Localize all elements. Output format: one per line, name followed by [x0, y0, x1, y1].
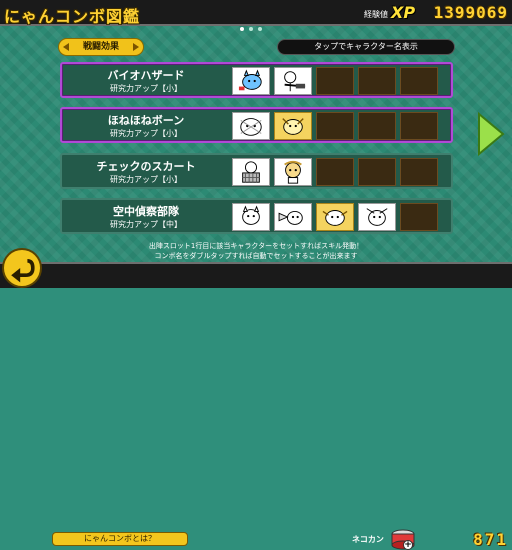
combo-name: 空中偵察部隊 — [113, 205, 179, 218]
cat-unit-icon — [366, 208, 388, 226]
combo-effect: 研究力アップ【小】 — [110, 129, 182, 138]
combo-name: チェックのスカート — [96, 160, 196, 173]
cat-unit-icon — [278, 210, 303, 225]
page-title: にゃんコンボ図鑑 — [4, 7, 141, 26]
cat-unit-icon — [240, 118, 262, 136]
empty-slot[interactable] — [358, 158, 396, 186]
cat-unit-icon — [242, 205, 260, 225]
empty-slot[interactable] — [358, 112, 396, 140]
arrow-left-icon — [63, 43, 69, 51]
unit-slot-cat-d[interactable] — [232, 158, 270, 186]
xp-tag: XP — [391, 3, 416, 22]
page-indicator — [240, 27, 262, 31]
unit-slot-cat-gold[interactable] — [274, 112, 312, 140]
empty-slot[interactable] — [316, 112, 354, 140]
instruction-line-2: コンボ名をダブルタップすれば自動でセットすることが出来ます — [154, 252, 358, 260]
combo-effect: 研究力アップ【小】 — [110, 84, 182, 93]
cat-unit-icon — [242, 161, 260, 183]
unit-slot-cat-h[interactable] — [358, 203, 396, 231]
empty-slot[interactable] — [358, 67, 396, 95]
xp-label: 経験値 — [364, 10, 388, 19]
add-nekokan-button[interactable]: + — [403, 540, 413, 550]
top-bar: にゃんコンボ図鑑 経験値 XP 1399069 — [0, 0, 512, 26]
page-dot-1 — [240, 27, 244, 31]
combo-row[interactable]: チェックのスカート 研究力アップ【小】 — [60, 153, 453, 189]
xp-value: 1399069 — [433, 3, 508, 22]
unit-slot-cat-b[interactable] — [274, 67, 312, 95]
cat-unit-icon — [284, 160, 302, 184]
bottom-bar: にゃんコンボとは？ ネコカン + 871 — [0, 262, 512, 550]
empty-slot[interactable] — [400, 67, 438, 95]
empty-slot[interactable] — [316, 158, 354, 186]
instructions: 出陣スロット1行目に該当キャラクターをセットすればスキル発動！ コンボ名をダブル… — [100, 241, 412, 261]
unit-slot-cat-g[interactable] — [274, 203, 312, 231]
combo-effect: 研究力アップ【小】 — [110, 175, 182, 184]
empty-slot[interactable] — [400, 158, 438, 186]
unit-slot-cat-c[interactable] — [232, 112, 270, 140]
combo-encyclopedia-screen: にゃんコンボ図鑑 経験値 XP 1399069 戦闘効果 タップでキャラクター名… — [0, 0, 512, 550]
combo-help-button[interactable]: にゃんコンボとは？ — [52, 532, 188, 546]
combo-row[interactable]: ほねほねボーン 研究力アップ【小】 — [60, 107, 453, 143]
arrow-right-icon — [133, 43, 139, 51]
combo-row[interactable]: バイオハザード 研究力アップ【小】 — [60, 62, 453, 98]
combo-name: ほねほねボーン — [107, 114, 185, 127]
cat-unit-icon — [284, 71, 306, 92]
combo-effect: 研究力アップ【中】 — [110, 220, 182, 229]
nekokan-value: 871 — [473, 530, 508, 549]
nekokan-label: ネコカン — [352, 535, 384, 544]
cat-unit-icon — [282, 118, 304, 135]
next-page-arrow-icon[interactable] — [476, 112, 506, 156]
effect-type-label: 戦闘効果 — [82, 42, 119, 52]
empty-slot[interactable] — [400, 112, 438, 140]
unit-slot-cat-gold[interactable] — [316, 203, 354, 231]
combo-name: バイオハザード — [107, 69, 185, 82]
page-dot-3 — [258, 27, 262, 31]
cat-unit-icon — [322, 210, 348, 226]
empty-slot[interactable] — [400, 203, 438, 231]
unit-slot-cat-e[interactable] — [274, 158, 312, 186]
cat-unit-icon — [238, 69, 262, 91]
unit-slot-cat-a[interactable] — [232, 67, 270, 95]
instruction-line-1: 出陣スロット1行目に該当キャラクターをセットすればスキル発動！ — [148, 242, 364, 250]
unit-slot-cat-f[interactable] — [232, 203, 270, 231]
empty-slot[interactable] — [316, 67, 354, 95]
back-button[interactable] — [2, 248, 42, 288]
combo-row[interactable]: 空中偵察部隊 研究力アップ【中】 — [60, 198, 453, 234]
back-arrow-icon — [11, 259, 35, 283]
effect-type-selector[interactable]: 戦闘効果 — [58, 38, 144, 56]
show-names-button[interactable]: タップでキャラクター名表示 — [277, 39, 455, 55]
page-dot-2 — [249, 27, 253, 31]
